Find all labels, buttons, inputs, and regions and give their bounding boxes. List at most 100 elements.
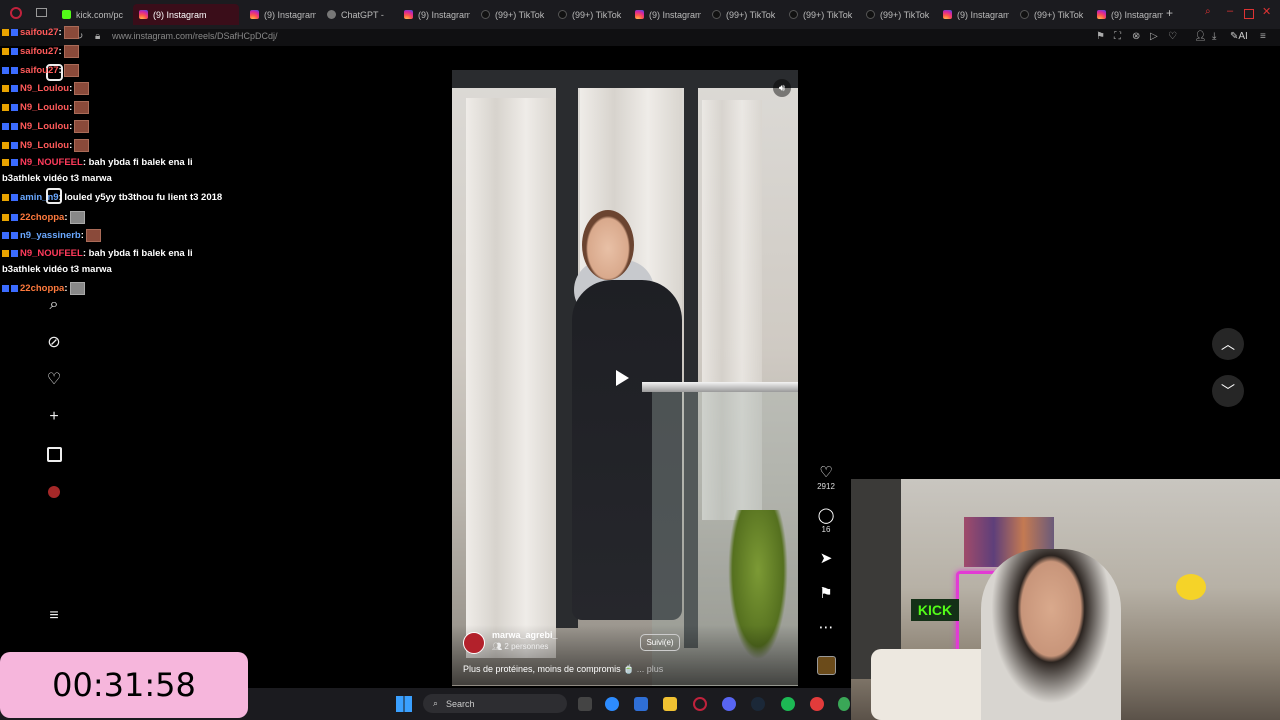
chat-username[interactable]: N9_NOUFEEL bbox=[20, 248, 83, 259]
chat-username[interactable]: N9_NOUFEEL bbox=[20, 157, 83, 168]
chat-badge-icon bbox=[2, 232, 9, 239]
browser-tab[interactable]: (99+) TikTok bbox=[706, 4, 778, 25]
tab-title: kick.com/pc bbox=[76, 9, 124, 20]
maximize-window-button[interactable] bbox=[1244, 9, 1254, 19]
chat-emote-icon bbox=[74, 82, 90, 95]
spotify-icon[interactable] bbox=[781, 697, 795, 711]
browser-tab[interactable]: kick.com/pc bbox=[56, 4, 128, 25]
create-plus-icon[interactable]: + bbox=[44, 407, 64, 427]
more-options-icon[interactable]: ⋯ bbox=[816, 619, 836, 637]
browser-menu-icon[interactable] bbox=[10, 7, 22, 19]
browser-tab[interactable]: (9) Instagram bbox=[244, 4, 316, 25]
minimize-window-button[interactable]: – bbox=[1227, 5, 1233, 17]
copilot-icon[interactable] bbox=[605, 697, 619, 711]
favorite-icon[interactable]: ♡ bbox=[1168, 31, 1177, 42]
chat-badge-icon bbox=[2, 29, 9, 36]
media-player-icon[interactable]: ▷ bbox=[1150, 31, 1158, 42]
chat-badge-icon bbox=[2, 48, 9, 55]
audio-track-thumbnail[interactable] bbox=[817, 656, 836, 675]
chat-username[interactable]: N9_Loulou bbox=[20, 121, 69, 132]
chat-username[interactable]: saifou27 bbox=[20, 65, 59, 76]
taskbar-search[interactable]: ⌕ Search bbox=[423, 694, 567, 713]
mute-icon[interactable]: 🔊︎ bbox=[773, 79, 791, 97]
lock-icon[interactable]: 🔒︎ bbox=[95, 31, 100, 42]
caption-more-link[interactable]: ... plus bbox=[637, 664, 664, 674]
chrome-icon[interactable] bbox=[838, 697, 850, 711]
ai-button[interactable]: ✎AI bbox=[1230, 31, 1248, 42]
previous-reel-button[interactable]: ︿ bbox=[1212, 328, 1244, 360]
search-tabs-icon[interactable]: ⌕ bbox=[1205, 6, 1211, 17]
chat-username[interactable]: amin_n9 bbox=[20, 192, 59, 203]
play-icon[interactable] bbox=[616, 370, 629, 386]
new-tab-button[interactable]: + bbox=[1166, 6, 1173, 20]
menu-icon[interactable]: ≡ bbox=[1260, 31, 1266, 42]
chat-username[interactable]: N9_Loulou bbox=[20, 140, 69, 151]
discord-icon[interactable] bbox=[722, 697, 736, 711]
browser-tab[interactable]: (99+) TikTok bbox=[1014, 4, 1086, 25]
chat-badge-icon bbox=[2, 67, 9, 74]
browser-tab[interactable]: (99+) TikTok bbox=[475, 4, 547, 25]
browser-tab[interactable]: (99+) TikTok bbox=[552, 4, 624, 25]
tab-overview-icon[interactable] bbox=[36, 8, 47, 17]
screenshot-icon[interactable]: ⛶ bbox=[1114, 31, 1121, 42]
author-username[interactable]: marwa_agrebi_ bbox=[492, 630, 558, 640]
like-count: 2912 bbox=[817, 482, 835, 491]
bookmark-icon[interactable]: ⚑ bbox=[1096, 31, 1105, 42]
browser-tab[interactable]: (9) Instagram bbox=[1091, 4, 1163, 25]
chat-username[interactable]: N9_Loulou bbox=[20, 83, 69, 94]
steam-icon[interactable] bbox=[751, 697, 765, 711]
chatgpt-icon bbox=[327, 10, 336, 19]
url-field[interactable]: www.instagram.com/reels/DSafHCpDCdj/ bbox=[112, 31, 278, 41]
store-icon[interactable] bbox=[634, 697, 648, 711]
chat-username[interactable]: n9_yassinerb bbox=[20, 230, 81, 241]
instagram-icon bbox=[635, 10, 644, 19]
chat-badge-icon bbox=[11, 214, 18, 221]
browser-tab[interactable]: (9) Instagram bbox=[133, 4, 239, 25]
follow-button[interactable]: Suivi(e) bbox=[640, 634, 680, 651]
windows-start-icon[interactable] bbox=[396, 696, 412, 712]
browser-tab[interactable]: (9) Instagram bbox=[937, 4, 1009, 25]
comment-action[interactable]: ◯ 16 bbox=[816, 507, 836, 534]
share-icon[interactable]: ➤ bbox=[816, 550, 836, 568]
download-icon[interactable]: ⤓ bbox=[1212, 31, 1216, 42]
browser-tab[interactable]: (9) Instagram bbox=[629, 4, 701, 25]
notifications-heart-icon[interactable]: ♡ bbox=[44, 369, 64, 389]
close-window-button[interactable]: ✕ bbox=[1262, 5, 1271, 18]
more-menu-icon[interactable]: ≡ bbox=[44, 606, 64, 626]
chat-username[interactable]: saifou27 bbox=[20, 46, 59, 57]
chat-emote-icon bbox=[74, 101, 90, 114]
browser-tab[interactable]: (99+) TikTok bbox=[860, 4, 932, 25]
instagram-icon bbox=[1097, 10, 1106, 19]
tab-title: (9) Instagram bbox=[957, 9, 1009, 20]
dashboard-icon[interactable] bbox=[44, 444, 64, 464]
chat-username[interactable]: saifou27 bbox=[20, 27, 59, 38]
explore-icon[interactable]: ⊘ bbox=[44, 332, 64, 352]
chat-username[interactable]: 22choppa bbox=[20, 212, 64, 223]
like-action[interactable]: ♡ 2912 bbox=[816, 464, 836, 491]
antivirus-icon[interactable] bbox=[810, 697, 824, 711]
chat-username[interactable]: N9_Loulou bbox=[20, 102, 69, 113]
opera-gx-icon[interactable] bbox=[693, 697, 707, 711]
reel-caption[interactable]: Plus de protéines, moins de compromis 🍵 … bbox=[463, 664, 663, 675]
heart-icon[interactable]: ♡ bbox=[816, 464, 836, 482]
chat-text: : bbox=[69, 83, 73, 95]
browser-tab[interactable]: ChatGPT - bbox=[321, 4, 393, 25]
browser-tab[interactable]: (9) Instagram bbox=[398, 4, 470, 25]
chat-username[interactable]: 22choppa bbox=[20, 283, 64, 294]
comment-icon[interactable]: ◯ bbox=[816, 507, 836, 525]
chat-text: : bbox=[69, 140, 73, 152]
browser-tab-bar: kick.com/pc (9) Instagram (9) Instagram Cha… bbox=[0, 0, 1280, 29]
browser-tab[interactable]: (99+) TikTok bbox=[783, 4, 855, 25]
tiktok-icon bbox=[866, 10, 875, 19]
tracker-block-icon[interactable]: ⊗ bbox=[1132, 31, 1140, 42]
account-icon[interactable]: 👤︎ bbox=[1194, 31, 1207, 42]
profile-avatar[interactable] bbox=[44, 482, 64, 502]
save-bookmark-icon[interactable]: ⚑ bbox=[816, 585, 836, 603]
chat-message: n9_yassinerb: bbox=[2, 229, 101, 242]
next-reel-button[interactable]: ﹀ bbox=[1212, 375, 1244, 407]
task-view-icon[interactable] bbox=[578, 697, 592, 711]
author-avatar[interactable] bbox=[463, 632, 485, 654]
search-icon[interactable]: ⌕ bbox=[44, 295, 64, 315]
file-explorer-icon[interactable] bbox=[663, 697, 677, 711]
chat-message: b3athlek vidéo t3 marwa bbox=[2, 264, 112, 276]
